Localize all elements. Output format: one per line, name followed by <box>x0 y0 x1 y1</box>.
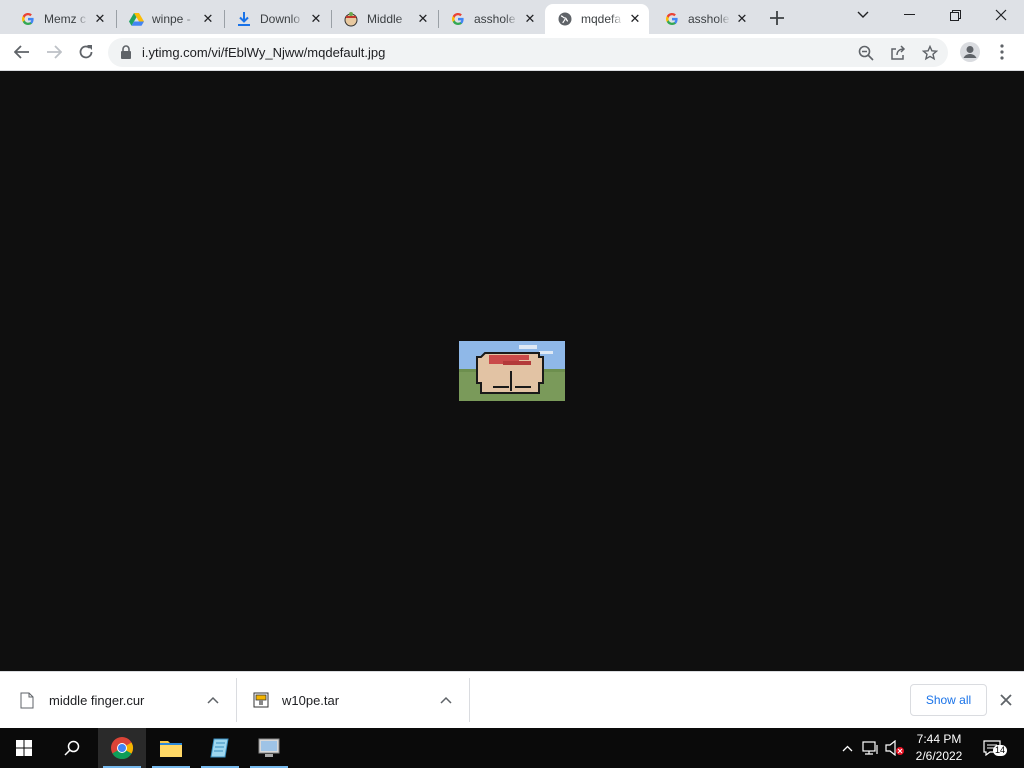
share-icon <box>891 45 906 60</box>
google-g-icon <box>664 11 680 27</box>
clock-time: 7:44 PM <box>916 732 962 746</box>
taskbar-remote-desktop[interactable] <box>245 728 293 768</box>
displayed-image[interactable] <box>459 341 565 401</box>
download-options-button[interactable] <box>205 692 221 708</box>
taskbar-notepad[interactable] <box>196 728 244 768</box>
chevron-up-icon <box>842 745 852 751</box>
menu-button[interactable] <box>988 38 1016 66</box>
close-icon <box>995 9 1007 21</box>
close-icon <box>1000 694 1012 706</box>
file-explorer-icon <box>160 741 182 757</box>
close-download-shelf-button[interactable] <box>996 690 1016 710</box>
notification-badge: 14 <box>993 745 1008 756</box>
zoom-button[interactable] <box>856 43 876 63</box>
show-hidden-icons-button[interactable] <box>838 728 856 768</box>
star-icon <box>922 45 938 61</box>
restore-button[interactable] <box>932 0 978 30</box>
show-all-button[interactable]: Show all <box>910 684 987 716</box>
tab-asshole-1[interactable]: asshole ✕ <box>438 4 544 34</box>
close-icon[interactable]: ✕ <box>627 11 643 27</box>
reload-button[interactable] <box>72 38 100 66</box>
chevron-down-icon <box>857 11 869 18</box>
tab-download[interactable]: Downlo ✕ <box>224 4 330 34</box>
tab-memz[interactable]: Memz c ✕ <box>8 4 114 34</box>
tab-strip: Memz c ✕ winpe - ✕ Downlo ✕ Middle ✕ ass… <box>0 0 1024 34</box>
taskbar-file-explorer[interactable] <box>147 728 195 768</box>
tab-title: winpe - <box>152 12 191 26</box>
taskbar-chrome[interactable] <box>98 728 146 768</box>
arrow-left-icon <box>14 45 29 59</box>
volume-muted-icon <box>885 740 904 756</box>
tab-mqdefault[interactable]: mqdefa ✕ <box>545 4 649 34</box>
address-bar[interactable]: i.ytimg.com/vi/fEblWy_Njww/mqdefault.jpg <box>108 38 948 67</box>
download-filename: w10pe.tar <box>282 692 340 708</box>
notepad-icon <box>210 738 229 758</box>
search-button[interactable] <box>48 728 96 768</box>
tab-title: mqdefa <box>581 12 622 26</box>
google-drive-icon <box>128 11 144 27</box>
tab-title: Downlo <box>260 12 301 26</box>
action-center-button[interactable]: 14 <box>980 728 1012 768</box>
download-options-button[interactable] <box>438 692 454 708</box>
chevron-up-icon <box>440 696 452 704</box>
profile-button[interactable] <box>956 38 984 66</box>
system-clock[interactable]: 7:44 PM 2/6/2022 <box>910 731 968 765</box>
browser-toolbar: i.ytimg.com/vi/fEblWy_Njww/mqdefault.jpg <box>0 34 1024 71</box>
close-icon[interactable]: ✕ <box>734 11 750 27</box>
chevron-up-icon <box>207 696 219 704</box>
tab-winpe[interactable]: winpe - ✕ <box>116 4 222 34</box>
download-icon <box>236 11 252 27</box>
tab-title: Memz c <box>44 12 86 26</box>
file-icon <box>20 692 34 708</box>
new-tab-button[interactable] <box>765 6 789 30</box>
chrome-icon <box>111 737 133 759</box>
profile-avatar-icon <box>960 42 980 62</box>
download-filename: middle finger.cur <box>49 692 145 708</box>
tab-title: Middle <box>367 12 403 26</box>
download-item[interactable]: w10pe.tar <box>253 679 453 721</box>
search-icon <box>64 740 80 756</box>
plus-icon <box>770 11 784 25</box>
windows-taskbar: 7:44 PM 2/6/2022 14 <box>0 728 1024 768</box>
tab-title: asshole <box>688 12 730 26</box>
zoom-out-icon <box>858 45 874 61</box>
arrow-right-icon <box>47 45 62 59</box>
kebab-menu-icon <box>1000 44 1004 60</box>
remote-desktop-icon <box>258 738 280 757</box>
pixel-art-favicon <box>343 11 359 27</box>
google-g-icon <box>450 11 466 27</box>
network-wired-icon <box>862 740 878 755</box>
start-button[interactable] <box>0 728 48 768</box>
tab-title: asshole <box>474 12 516 26</box>
volume-button[interactable] <box>884 728 906 768</box>
url-text[interactable]: i.ytimg.com/vi/fEblWy_Njww/mqdefault.jpg <box>142 45 385 60</box>
close-window-button[interactable] <box>978 0 1024 30</box>
close-icon[interactable]: ✕ <box>415 11 431 27</box>
restore-icon <box>949 9 961 21</box>
windows-start-icon <box>16 740 32 756</box>
network-button[interactable] <box>860 728 882 768</box>
close-icon[interactable]: ✕ <box>200 11 216 27</box>
close-icon[interactable]: ✕ <box>522 11 538 27</box>
minimize-icon <box>903 14 915 15</box>
download-shelf: middle finger.cur w10pe.tar Show all <box>0 671 1024 728</box>
back-button[interactable] <box>8 38 36 66</box>
tab-asshole-2[interactable]: asshole ✕ <box>652 4 756 34</box>
lock-icon[interactable] <box>120 45 132 59</box>
globe-icon <box>557 11 573 27</box>
share-button[interactable] <box>888 43 908 63</box>
archive-icon <box>253 692 269 708</box>
forward-button[interactable] <box>40 38 68 66</box>
close-icon[interactable]: ✕ <box>92 11 108 27</box>
bookmark-button[interactable] <box>920 43 940 63</box>
download-item[interactable]: middle finger.cur <box>20 679 220 721</box>
close-icon[interactable]: ✕ <box>308 11 324 27</box>
minimize-button[interactable] <box>886 0 932 30</box>
google-g-icon <box>20 11 36 27</box>
clock-date: 2/6/2022 <box>915 749 963 763</box>
image-viewer <box>0 71 1024 671</box>
tab-search-button[interactable] <box>840 0 886 30</box>
reload-icon <box>79 45 93 59</box>
tab-middle[interactable]: Middle ✕ <box>331 4 437 34</box>
